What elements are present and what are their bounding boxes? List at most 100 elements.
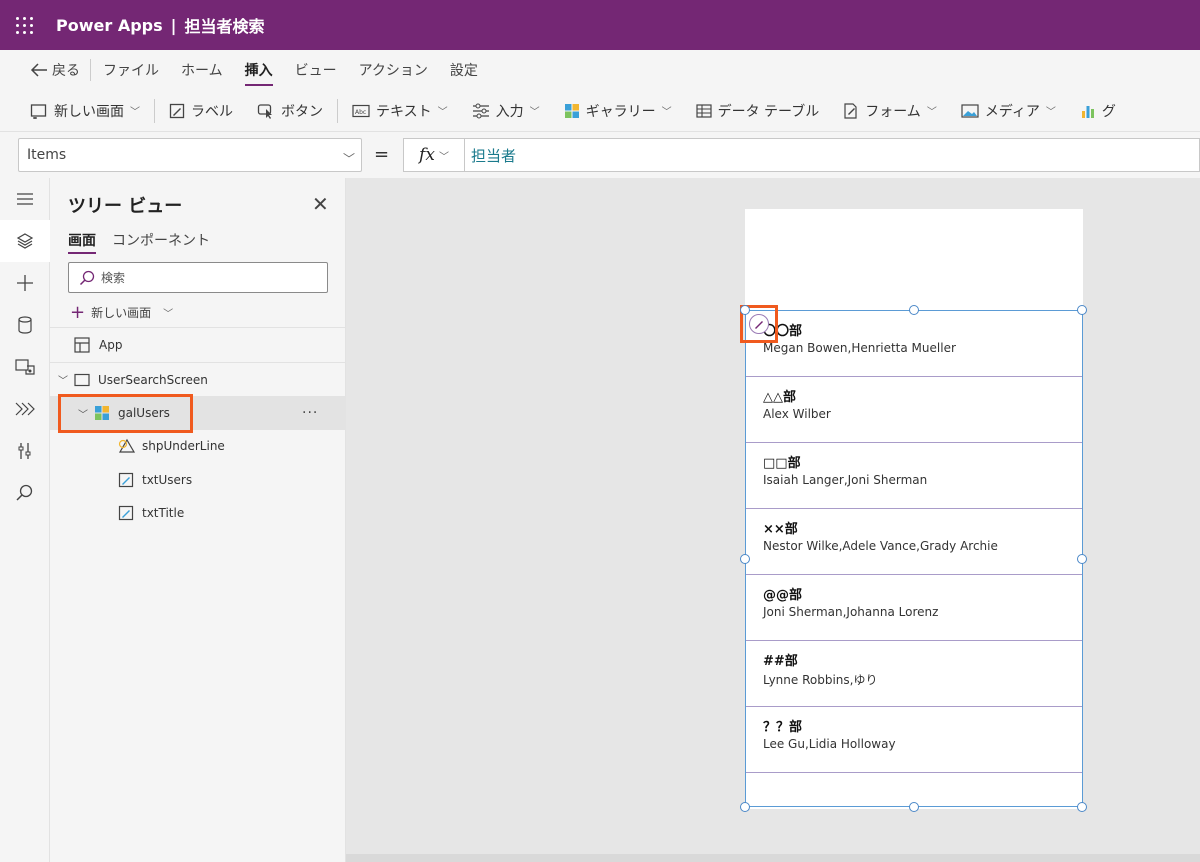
- canvas-scrollbar[interactable]: [346, 854, 1200, 862]
- resize-handle[interactable]: [1077, 305, 1087, 315]
- ribbon-divider: [154, 98, 155, 123]
- media-button[interactable]: メディア ﹀: [961, 101, 1056, 121]
- app-launcher-icon[interactable]: [0, 0, 48, 50]
- label-label: ラベル: [191, 103, 233, 120]
- gallery-item-title: △△部: [763, 390, 796, 405]
- tree-search-input[interactable]: 検索: [68, 262, 328, 293]
- tab-screens[interactable]: 画面: [68, 230, 96, 254]
- data-table-label: データ テーブル: [717, 103, 820, 120]
- formula-input[interactable]: 担当者: [465, 138, 1200, 172]
- equals-sign: =: [374, 144, 390, 165]
- tree-view-layers-icon[interactable]: [0, 220, 50, 262]
- gallery-label: ギャラリー: [585, 103, 656, 120]
- design-canvas: 〇〇部 Megan Bowen,Henrietta Mueller △△部 Al…: [346, 178, 1200, 862]
- resize-handle[interactable]: [740, 554, 750, 564]
- menu-action[interactable]: アクション: [359, 50, 428, 90]
- gallery-item-title: ？？部: [763, 720, 803, 735]
- media-image-icon: [961, 103, 979, 118]
- gallery-item-title: ××部: [763, 522, 798, 537]
- insert-plus-icon[interactable]: [0, 262, 50, 304]
- input-button[interactable]: 入力 ﹀: [472, 101, 540, 121]
- gallery-button[interactable]: ギャラリー ﹀: [564, 101, 672, 121]
- text-label: テキスト: [376, 103, 432, 120]
- button-button[interactable]: ボタン: [257, 101, 323, 121]
- gallery-item-users: Lynne Robbins,ゆり: [763, 673, 878, 687]
- property-dropdown[interactable]: Items ﹀: [18, 138, 362, 172]
- app-icon: [74, 336, 90, 353]
- property-value: Items: [27, 147, 67, 163]
- gallery-item[interactable]: ？？部 Lee Gu,Lidia Holloway: [746, 707, 1082, 773]
- menu-file[interactable]: ファイル: [103, 50, 159, 90]
- formula-bar: Items ﹀ = fx ﹀ 担当者: [0, 132, 1200, 178]
- form-icon: [844, 102, 857, 119]
- tree-item-label: txtTitle: [142, 506, 185, 520]
- ribbon-divider: [337, 98, 338, 123]
- gallery-galusers[interactable]: 〇〇部 Megan Bowen,Henrietta Mueller △△部 Al…: [745, 310, 1083, 807]
- gallery-item[interactable]: ××部 Nestor Wilke,Adele Vance,Grady Archi…: [746, 509, 1082, 575]
- text-input-icon: Abc: [352, 104, 370, 117]
- resize-handle[interactable]: [1077, 554, 1087, 564]
- form-button[interactable]: フォーム ﹀: [843, 101, 937, 121]
- text-button[interactable]: Abc テキスト ﹀: [352, 101, 448, 121]
- resize-handle[interactable]: [740, 305, 750, 315]
- svg-text:Abc: Abc: [355, 109, 366, 116]
- chevron-down-icon: ﹀: [163, 309, 174, 320]
- advanced-tools-icon[interactable]: [0, 430, 50, 472]
- gallery-item-users: Isaiah Langer,Joni Sherman: [763, 473, 928, 487]
- tree-view-title: ツリー ビュー: [68, 196, 183, 217]
- fx-button[interactable]: fx ﹀: [403, 138, 465, 172]
- gallery-item-title: ##部: [763, 654, 798, 669]
- new-screen-button[interactable]: 新しい画面 ﹀: [30, 101, 140, 121]
- menu-settings[interactable]: 設定: [450, 50, 478, 90]
- back-button[interactable]: 戻る: [30, 59, 91, 81]
- resize-handle[interactable]: [909, 802, 919, 812]
- tree-item-txtusers[interactable]: txtUsers: [50, 463, 346, 497]
- chart-label: グ: [1101, 103, 1116, 120]
- chevron-down-icon: ﹀: [342, 152, 355, 166]
- tree-item-app[interactable]: App: [50, 327, 346, 361]
- new-screen-icon: [30, 103, 47, 119]
- chevron-down-icon: ﹀: [438, 151, 449, 163]
- menu-insert[interactable]: 挿入: [244, 50, 273, 90]
- chart-button[interactable]: グ: [1080, 101, 1116, 121]
- gallery-item[interactable]: 〇〇部 Megan Bowen,Henrietta Mueller: [746, 311, 1082, 377]
- resize-handle[interactable]: [909, 305, 919, 315]
- gallery-item-users: Joni Sherman,Johanna Lorenz: [763, 605, 939, 619]
- gallery-item-title: □□部: [763, 456, 801, 471]
- power-automate-icon[interactable]: [0, 388, 50, 430]
- hamburger-menu-icon[interactable]: [0, 178, 50, 220]
- gallery-item-users: Megan Bowen,Henrietta Mueller: [763, 341, 956, 355]
- gallery-item-users: Nestor Wilke,Adele Vance,Grady Archie: [763, 539, 998, 553]
- resize-handle[interactable]: [740, 802, 750, 812]
- close-icon[interactable]: ✕: [312, 192, 329, 216]
- more-options-icon[interactable]: ···: [302, 405, 318, 421]
- search-placeholder: 検索: [101, 271, 126, 285]
- media-icon[interactable]: [0, 346, 50, 388]
- label-icon: [118, 472, 134, 488]
- tab-components[interactable]: コンポーネント: [112, 230, 210, 254]
- tree-item-label: App: [99, 337, 123, 352]
- label-icon: [118, 505, 134, 521]
- chevron-down-icon: ﹀: [437, 107, 448, 118]
- menu-home[interactable]: ホーム: [181, 50, 223, 90]
- menu-view[interactable]: ビュー: [295, 50, 337, 90]
- left-rail: [0, 178, 50, 862]
- data-cylinder-icon[interactable]: [0, 304, 50, 346]
- gallery-item[interactable]: @@部 Joni Sherman,Johanna Lorenz: [746, 575, 1082, 641]
- app-screen-preview[interactable]: 〇〇部 Megan Bowen,Henrietta Mueller △△部 Al…: [740, 209, 1087, 812]
- resize-handle[interactable]: [1077, 802, 1087, 812]
- back-label: 戻る: [52, 63, 80, 79]
- search-icon[interactable]: [0, 472, 50, 514]
- label-button[interactable]: ラベル: [169, 101, 233, 121]
- gallery-item[interactable]: ##部 Lynne Robbins,ゆり: [746, 641, 1082, 707]
- tree-item-shpunderline[interactable]: shpUnderLine: [50, 429, 346, 463]
- tree-item-txttitle[interactable]: txtTitle: [50, 496, 346, 530]
- tree-item-usersearchscreen[interactable]: ﹀ UserSearchScreen: [50, 362, 346, 396]
- data-table-button[interactable]: データ テーブル: [695, 101, 820, 121]
- table-icon: [695, 103, 712, 118]
- form-label: フォーム: [865, 103, 921, 120]
- gallery-item[interactable]: △△部 Alex Wilber: [746, 377, 1082, 443]
- gallery-item[interactable]: □□部 Isaiah Langer,Joni Sherman: [746, 443, 1082, 509]
- gallery-item-users: Alex Wilber: [763, 407, 831, 421]
- new-screen-link[interactable]: + 新しい画面 ﹀: [70, 302, 173, 323]
